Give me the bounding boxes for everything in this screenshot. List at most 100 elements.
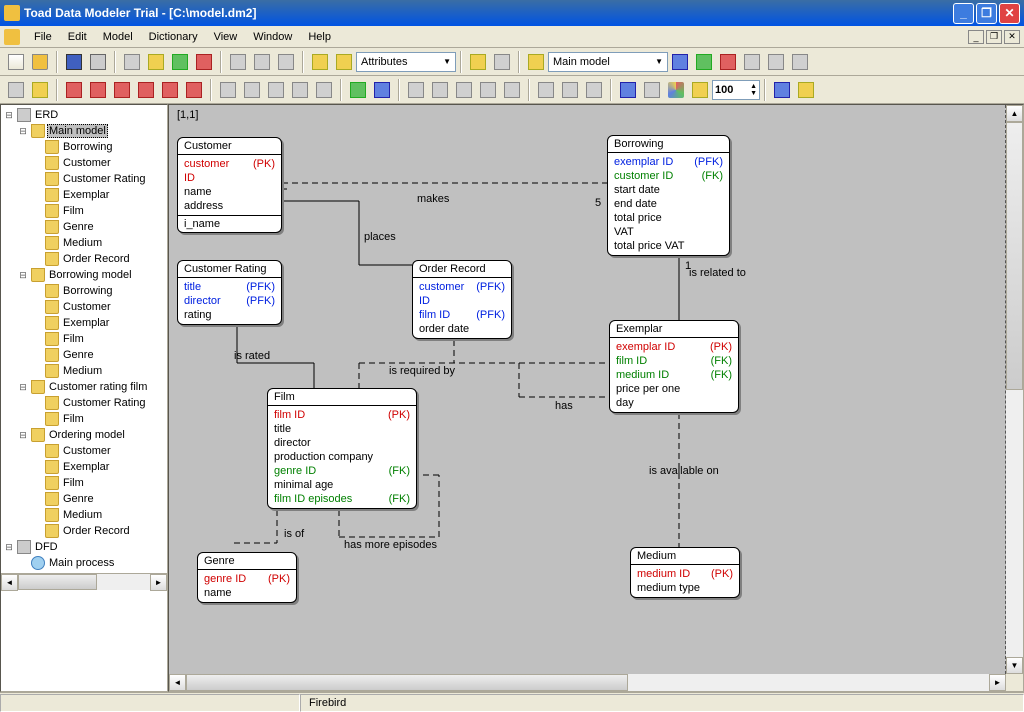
view-1[interactable] bbox=[617, 79, 639, 101]
align-4[interactable] bbox=[477, 79, 499, 101]
tb-btn-17[interactable] bbox=[669, 51, 691, 73]
align-2[interactable] bbox=[429, 79, 451, 101]
view-2[interactable] bbox=[641, 79, 663, 101]
tb2-btn-b[interactable] bbox=[371, 79, 393, 101]
menu-edit[interactable]: Edit bbox=[60, 29, 95, 45]
pointer-tool[interactable] bbox=[5, 79, 27, 101]
tb-btn-5[interactable] bbox=[121, 51, 143, 73]
menu-model[interactable]: Model bbox=[95, 29, 141, 45]
zoom-spinner[interactable]: 100▲▼ bbox=[712, 80, 760, 100]
scroll-thumb[interactable] bbox=[18, 574, 97, 590]
tree-node[interactable]: Genre bbox=[3, 491, 165, 507]
canvas-vscroll[interactable]: ▲ ▼ bbox=[1006, 105, 1023, 674]
scroll-right-button[interactable]: ► bbox=[150, 574, 167, 591]
entity-tool[interactable] bbox=[29, 79, 51, 101]
entity-order-record[interactable]: Order Record customer ID(PFK)film ID(PFK… bbox=[412, 260, 512, 339]
shape-tool-3[interactable] bbox=[265, 79, 287, 101]
rel-tool-2[interactable] bbox=[87, 79, 109, 101]
rel-tool-1[interactable] bbox=[63, 79, 85, 101]
maximize-button[interactable]: ❐ bbox=[976, 3, 997, 24]
tree-node[interactable]: Borrowing bbox=[3, 139, 165, 155]
shape-tool-2[interactable] bbox=[241, 79, 263, 101]
tb-btn-7[interactable] bbox=[169, 51, 191, 73]
align-1[interactable] bbox=[405, 79, 427, 101]
tree-node[interactable]: ⊟ Borrowing model bbox=[3, 267, 165, 283]
tb-btn-11[interactable] bbox=[275, 51, 297, 73]
tb-btn-13[interactable] bbox=[333, 51, 355, 73]
tree-node[interactable]: Medium bbox=[3, 235, 165, 251]
tree-node[interactable]: Medium bbox=[3, 507, 165, 523]
scroll-left-button[interactable]: ◄ bbox=[1, 574, 18, 591]
scroll-right-button[interactable]: ► bbox=[989, 674, 1006, 691]
tb-btn-21[interactable] bbox=[765, 51, 787, 73]
rel-tool-4[interactable] bbox=[135, 79, 157, 101]
tree-node[interactable]: ⊟ Customer rating film bbox=[3, 379, 165, 395]
tb-btn-15[interactable] bbox=[491, 51, 513, 73]
close-button[interactable]: ✕ bbox=[999, 3, 1020, 24]
tree-node[interactable]: Film bbox=[3, 203, 165, 219]
tree-node[interactable]: Film bbox=[3, 475, 165, 491]
tree-node[interactable]: Customer Rating bbox=[3, 171, 165, 187]
shape-tool-4[interactable] bbox=[289, 79, 311, 101]
save-button[interactable] bbox=[63, 51, 85, 73]
tree-node[interactable]: Medium bbox=[3, 363, 165, 379]
tree-toggle[interactable]: ⊟ bbox=[17, 270, 29, 281]
mdi-restore-button[interactable]: ❐ bbox=[986, 30, 1002, 44]
menu-file[interactable]: File bbox=[26, 29, 60, 45]
model-tree[interactable]: ⊟ ERD ⊟ Main model Borrowing Customer Cu… bbox=[1, 105, 167, 573]
tree-node[interactable]: Film bbox=[3, 331, 165, 347]
entity-customer[interactable]: Customer customer ID(PK)nameaddress i_na… bbox=[177, 137, 282, 233]
entity-exemplar[interactable]: Exemplar exemplar ID(PK)film ID(FK)mediu… bbox=[609, 320, 739, 413]
tree-node[interactable]: ⊟ Main model bbox=[3, 123, 165, 139]
scroll-down-button[interactable]: ▼ bbox=[1006, 657, 1023, 674]
tree-toggle[interactable]: ⊟ bbox=[17, 126, 29, 137]
tree-node[interactable]: Customer bbox=[3, 299, 165, 315]
tree-node[interactable]: ⊟ ERD bbox=[3, 107, 165, 123]
display-combo[interactable]: Attributes▼ bbox=[356, 52, 456, 72]
tb-btn-9[interactable] bbox=[227, 51, 249, 73]
diagram-canvas[interactable]: [1,1] [2,1] bbox=[169, 105, 1006, 674]
shape-tool-5[interactable] bbox=[313, 79, 335, 101]
shape-tool-1[interactable] bbox=[217, 79, 239, 101]
rel-tool-5[interactable] bbox=[159, 79, 181, 101]
canvas-hscroll[interactable]: ◄ ► bbox=[169, 674, 1006, 691]
tb-btn-8[interactable] bbox=[193, 51, 215, 73]
tree-node[interactable]: Order Record bbox=[3, 251, 165, 267]
tb-btn-14[interactable] bbox=[467, 51, 489, 73]
print-button[interactable] bbox=[87, 51, 109, 73]
entity-medium[interactable]: Medium medium ID(PK)medium type bbox=[630, 547, 740, 598]
tree-toggle[interactable]: ⊟ bbox=[3, 542, 15, 553]
entity-film[interactable]: Film film ID(PK)titledirectorproduction … bbox=[267, 388, 417, 509]
tree-node[interactable]: ⊟ DFD bbox=[3, 539, 165, 555]
tree-toggle[interactable]: ⊟ bbox=[17, 430, 29, 441]
align-5[interactable] bbox=[501, 79, 523, 101]
menu-dictionary[interactable]: Dictionary bbox=[141, 29, 206, 45]
menu-window[interactable]: Window bbox=[245, 29, 300, 45]
tree-node[interactable]: Exemplar bbox=[3, 187, 165, 203]
tree-node[interactable]: Order Record bbox=[3, 523, 165, 539]
tree-node[interactable]: Borrowing bbox=[3, 283, 165, 299]
scroll-thumb[interactable] bbox=[186, 674, 628, 691]
align-3[interactable] bbox=[453, 79, 475, 101]
minimize-button[interactable]: _ bbox=[953, 3, 974, 24]
entity-borrowing[interactable]: Borrowing exemplar ID(PFK)customer ID(FK… bbox=[607, 135, 730, 256]
tree-node[interactable]: Exemplar bbox=[3, 315, 165, 331]
model-combo[interactable]: Main model▼ bbox=[548, 52, 668, 72]
help-btn-2[interactable] bbox=[795, 79, 817, 101]
tree-hscroll[interactable]: ◄ ► bbox=[1, 573, 167, 590]
scroll-left-button[interactable]: ◄ bbox=[169, 674, 186, 691]
tree-node[interactable]: Customer bbox=[3, 155, 165, 171]
tree-node[interactable]: ⊟ Ordering model bbox=[3, 427, 165, 443]
align-6[interactable] bbox=[535, 79, 557, 101]
menu-help[interactable]: Help bbox=[300, 29, 339, 45]
mdi-close-button[interactable]: ✕ bbox=[1004, 30, 1020, 44]
tree-node[interactable]: Exemplar bbox=[3, 459, 165, 475]
open-button[interactable] bbox=[29, 51, 51, 73]
scroll-thumb[interactable] bbox=[1006, 122, 1023, 390]
tree-node[interactable]: Genre bbox=[3, 219, 165, 235]
rel-tool-3[interactable] bbox=[111, 79, 133, 101]
tree-node[interactable]: Genre bbox=[3, 347, 165, 363]
tb-btn-6[interactable] bbox=[145, 51, 167, 73]
view-4[interactable] bbox=[689, 79, 711, 101]
tree-node[interactable]: Customer Rating bbox=[3, 395, 165, 411]
